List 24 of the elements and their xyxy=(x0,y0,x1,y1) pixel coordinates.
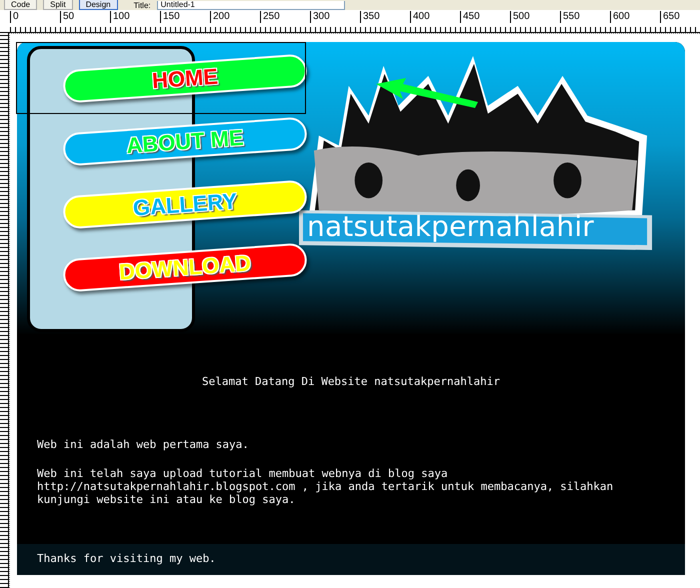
ruler-label: 150 xyxy=(160,11,180,23)
welcome-text: Selamat Datang Di Website natsutakpernahlahir xyxy=(200,375,501,388)
paragraph: Web ini telah saya upload tutorial membuat webnya di blog saya http://natsutakpernahlahir.blogspot.com , jika anda tertarik untuk membacanya, silahkan kunjungi website ini atau ke blog saya. xyxy=(37,467,614,506)
ruler-label: 200 xyxy=(210,11,230,23)
ruler-label: 500 xyxy=(510,11,530,23)
title-label: Title: xyxy=(134,1,151,10)
ruler-label: 0 xyxy=(10,11,19,23)
ruler-label: 600 xyxy=(610,11,630,23)
ruler-label: 50 xyxy=(60,11,74,23)
view-button[interactable]: Split xyxy=(43,0,73,10)
paragraph: Web ini adalah web pertama saya. xyxy=(37,438,250,451)
ruler-label: 350 xyxy=(360,11,380,23)
view-button[interactable]: Code xyxy=(4,0,38,10)
ruler-label: 300 xyxy=(310,11,330,23)
ruler-label: 450 xyxy=(460,11,480,23)
ruler-label: 400 xyxy=(410,11,430,23)
footer-text: Thanks for visiting my web. xyxy=(37,552,216,565)
ruler-label: 650 xyxy=(660,11,680,23)
title-field[interactable]: Untitled-1 xyxy=(156,1,345,10)
ruler-label: 250 xyxy=(260,11,280,23)
ruler-label: 550 xyxy=(560,11,580,23)
view-button[interactable]: Design xyxy=(78,0,118,10)
banner-subtitle: natsutakpernahlahir xyxy=(307,210,594,243)
ruler-label: 100 xyxy=(110,11,130,23)
